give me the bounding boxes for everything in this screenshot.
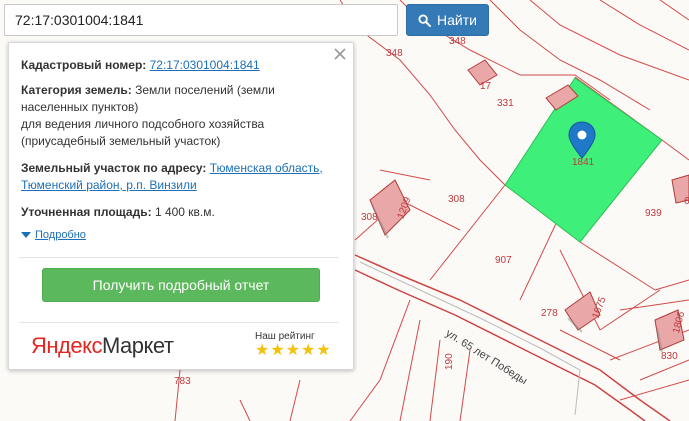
cadastral-number-link[interactable]: 72:17:0301004:1841 xyxy=(150,58,260,72)
get-report-button-label: Получить подробный отчет xyxy=(92,277,270,293)
plot-label: 331 xyxy=(497,98,514,109)
yandex-market-logo-part2: Маркет xyxy=(101,333,174,358)
details-toggle-label: Подробно xyxy=(35,229,86,241)
plot-label: 783 xyxy=(174,376,191,387)
cadastral-number-label: Кадастровый номер: xyxy=(21,58,147,72)
area-row: Уточненная площадь: 1 400 кв.м. xyxy=(21,204,339,221)
area-label: Уточненная площадь: xyxy=(21,205,152,219)
land-usage-value-cont: (приусадебный земельный участок) xyxy=(21,134,221,148)
address-row: Земельный участок по адресу: Тюменская о… xyxy=(21,160,339,194)
plot-label: 348 xyxy=(449,36,466,47)
plot-label: 190 xyxy=(444,353,455,370)
plot-label: 939 xyxy=(645,208,662,219)
plot-label: 348 xyxy=(386,48,403,59)
cadastral-number-row: Кадастровый номер: 72:17:0301004:1841 xyxy=(21,57,339,74)
details-toggle[interactable]: Подробно xyxy=(21,229,86,241)
divider xyxy=(19,322,339,323)
rating-label: Наш рейтинг xyxy=(255,331,315,342)
triangle-down-icon xyxy=(21,232,31,238)
rating-stars: ★★★★★ xyxy=(255,342,332,359)
plot-label: 830 xyxy=(661,351,678,362)
land-category-label: Категория земель: xyxy=(21,83,132,97)
address-label: Земельный участок по адресу: xyxy=(21,161,207,175)
area-value: 1 400 кв.м. xyxy=(154,205,215,219)
divider xyxy=(19,257,339,258)
land-category-value-cont: населенных пунктов) xyxy=(21,100,139,114)
land-category-value: Земли поселений (земли xyxy=(135,83,275,97)
search-button-label: Найти xyxy=(437,12,477,28)
address-link-cont[interactable]: Тюменский район, р.п. Винзили xyxy=(21,178,197,192)
plot-label: 69 xyxy=(684,196,689,207)
plot-label: 17 xyxy=(480,81,492,92)
address-link[interactable]: Тюменская область, xyxy=(210,161,323,175)
plot-info-panel: Кадастровый номер: 72:17:0301004:1841 Ка… xyxy=(8,42,354,370)
search-icon xyxy=(418,13,432,27)
search-button[interactable]: Найти xyxy=(406,4,489,36)
plot-label: 308 xyxy=(448,194,465,205)
yandex-market-logo-part1: Яндекс xyxy=(31,333,102,358)
plot-label: 1841 xyxy=(572,157,595,168)
get-report-button[interactable]: Получить подробный отчет xyxy=(42,268,320,302)
rating-widget[interactable]: Наш рейтинг ★★★★★ xyxy=(255,331,335,360)
land-category-row: Категория земель: Земли поселений (земли… xyxy=(21,82,339,150)
plot-label: 308 xyxy=(361,212,378,223)
plot-label: 907 xyxy=(495,255,512,266)
search-input[interactable] xyxy=(4,4,398,36)
land-usage-value: для ведения личного подсобного хозяйства xyxy=(21,117,265,131)
plot-label: 278 xyxy=(541,308,558,319)
yandex-market-logo[interactable]: Яндекс Маркет xyxy=(31,333,174,358)
